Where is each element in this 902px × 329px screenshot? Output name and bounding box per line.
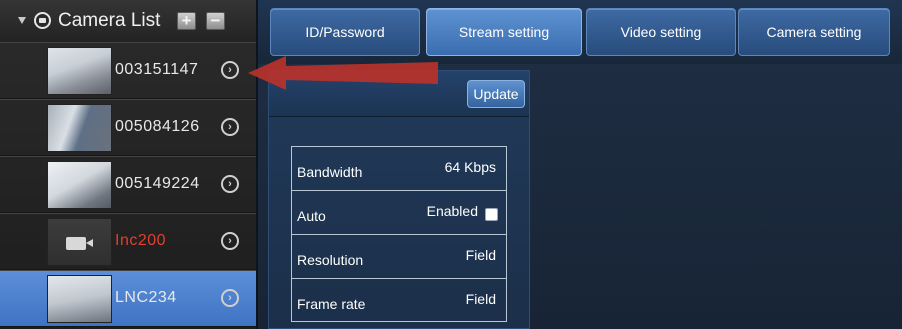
camera-thumbnail <box>47 275 112 323</box>
chevron-right-icon[interactable]: › <box>221 61 239 79</box>
stream-settings-panel: Update Bandwidth 64 Kbps Auto Enabled Re… <box>268 70 530 329</box>
update-button[interactable]: Update <box>467 80 525 108</box>
chevron-right-icon[interactable]: › <box>221 118 239 136</box>
camera-list-header: Camera List + − <box>0 0 256 42</box>
camera-name: 005149224 <box>115 175 200 192</box>
tab-stream-setting[interactable]: Stream setting <box>426 8 582 56</box>
camera-item[interactable]: 003151147 › <box>0 42 256 99</box>
settings-panel: ID/Password Stream setting Video setting… <box>256 0 902 329</box>
camera-thumbnail <box>47 47 112 95</box>
chevron-right-icon[interactable]: › <box>221 232 239 250</box>
tab-id-password[interactable]: ID/Password <box>270 8 420 56</box>
auto-value: Enabled <box>426 203 478 219</box>
frame-rate-row[interactable]: Frame rate Field <box>292 279 506 323</box>
collapse-triangle-icon[interactable] <box>18 17 26 24</box>
annotation-arrow-icon <box>248 56 438 90</box>
frame-rate-value[interactable]: Field <box>466 291 496 307</box>
camera-thumbnail <box>47 104 112 152</box>
add-camera-button[interactable]: + <box>177 12 196 30</box>
video-camera-icon <box>66 237 93 250</box>
frame-rate-label: Frame rate <box>297 296 366 312</box>
camera-item[interactable]: Inc200 › <box>0 213 256 270</box>
camera-thumbnail <box>47 161 112 209</box>
camera-list-panel: Camera List + − 003151147 › 005084126 › … <box>0 0 256 329</box>
tab-video-setting[interactable]: Video setting <box>586 8 736 56</box>
camera-name: Inc200 <box>115 232 167 249</box>
camera-item[interactable]: 005149224 › <box>0 156 256 213</box>
bandwidth-row[interactable]: Bandwidth 64 Kbps <box>292 147 506 191</box>
camera-name: 003151147 <box>115 61 199 78</box>
camera-item-selected[interactable]: LNC234 › <box>0 270 256 327</box>
resolution-label: Resolution <box>297 252 364 268</box>
auto-label: Auto <box>297 208 326 224</box>
camera-list-icon <box>34 12 51 29</box>
auto-enabled-checkbox[interactable] <box>485 208 498 221</box>
resolution-value[interactable]: Field <box>466 247 496 263</box>
camera-name: 005084126 <box>115 118 200 135</box>
tab-camera-setting[interactable]: Camera setting <box>738 8 890 56</box>
chevron-right-icon[interactable]: › <box>221 289 239 307</box>
bandwidth-value[interactable]: 64 Kbps <box>445 159 496 175</box>
stream-settings-table: Bandwidth 64 Kbps Auto Enabled Resolutio… <box>291 146 507 322</box>
camera-item[interactable]: 005084126 › <box>0 99 256 156</box>
camera-thumbnail <box>47 218 112 266</box>
tab-bar: ID/Password Stream setting Video setting… <box>258 0 902 64</box>
camera-list-title: Camera List <box>58 10 161 31</box>
chevron-right-icon[interactable]: › <box>221 175 239 193</box>
remove-camera-button[interactable]: − <box>206 12 225 30</box>
auto-row[interactable]: Auto Enabled <box>292 191 506 235</box>
resolution-row[interactable]: Resolution Field <box>292 235 506 279</box>
camera-name: LNC234 <box>115 289 177 306</box>
annotation-arrow-shape <box>248 56 438 90</box>
bandwidth-label: Bandwidth <box>297 164 363 180</box>
